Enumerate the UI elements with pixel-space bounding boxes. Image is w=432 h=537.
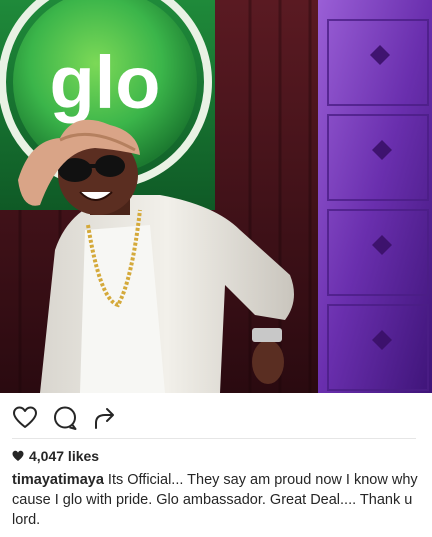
post-image[interactable]: glo	[0, 0, 432, 393]
svg-text:glo: glo	[50, 41, 161, 124]
post-actions	[12, 404, 118, 432]
divider	[12, 438, 416, 439]
likes-count[interactable]: 4,047 likes	[12, 446, 99, 466]
username-link[interactable]: timayatimaya	[12, 472, 104, 488]
speech-bubble-icon[interactable]	[52, 405, 78, 431]
likes-text: 4,047 likes	[29, 448, 100, 464]
share-arrow-icon[interactable]	[92, 405, 118, 431]
heart-filled-icon	[12, 450, 24, 461]
post-caption: timayatimaya Its Official... They say am…	[12, 470, 418, 530]
heart-outline-icon[interactable]	[12, 405, 38, 431]
